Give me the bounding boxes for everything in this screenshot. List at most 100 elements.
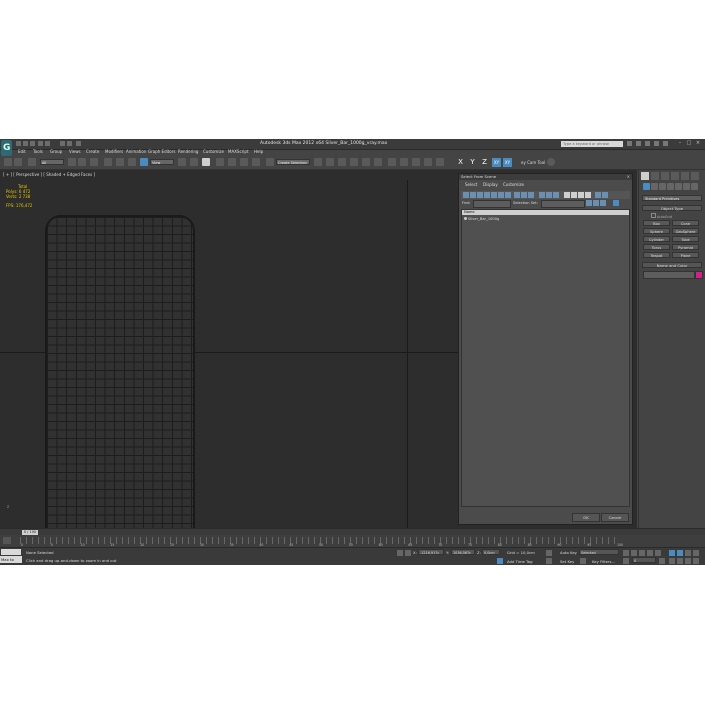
rendered-frame-icon[interactable]	[412, 158, 420, 166]
selection-set-dropdown[interactable]	[541, 200, 585, 208]
zoom-all-icon[interactable]	[677, 550, 683, 556]
display-helpers-icon[interactable]	[491, 192, 497, 198]
close-icon[interactable]: ×	[695, 140, 701, 147]
move-icon[interactable]	[190, 158, 198, 166]
geometry-category-icon[interactable]	[643, 183, 650, 190]
selection-set-save-icon[interactable]	[586, 200, 592, 206]
menu-help[interactable]: Help	[254, 149, 263, 154]
dialog-tab-customize[interactable]: Customize	[503, 182, 524, 187]
display-cameras-icon[interactable]	[484, 192, 490, 198]
time-tag-icon[interactable]	[497, 558, 503, 564]
menu-group[interactable]: Group	[50, 149, 62, 154]
object-type-rollout[interactable]: Object Type	[642, 205, 702, 211]
zoom-icon[interactable]	[669, 550, 675, 556]
render-setup-icon[interactable]	[400, 158, 408, 166]
plane-button[interactable]: Plane	[672, 252, 699, 258]
dialog-tab-display[interactable]: Display	[483, 182, 498, 187]
create-tab-icon[interactable]	[641, 172, 649, 180]
autogrid-box[interactable]	[651, 213, 656, 218]
select-move-icon[interactable]	[104, 158, 112, 166]
new-file-icon[interactable]	[16, 141, 21, 146]
display-all-icon[interactable]	[539, 192, 545, 198]
zoom-extents-icon[interactable]	[685, 550, 691, 556]
select-none-icon[interactable]	[571, 192, 577, 198]
menu-animation[interactable]: Animation	[126, 149, 146, 154]
silver-bar-mesh[interactable]	[45, 215, 195, 550]
display-shapes-icon[interactable]	[470, 192, 476, 198]
goto-end-icon[interactable]	[655, 550, 661, 556]
systems-category-icon[interactable]	[691, 183, 698, 190]
subscription-icon[interactable]	[636, 141, 641, 146]
time-config-icon[interactable]	[659, 558, 665, 564]
y-coord-field[interactable]: 1036,567c	[451, 549, 475, 555]
help-icon[interactable]	[654, 141, 659, 146]
spacewarps-category-icon[interactable]	[683, 183, 690, 190]
material-editor-icon[interactable]	[388, 158, 396, 166]
orbit-icon[interactable]	[685, 558, 691, 564]
select-invert-icon[interactable]	[578, 192, 584, 198]
dialog-title[interactable]: Select From Scene	[459, 174, 632, 180]
camera-tool-icon[interactable]	[547, 158, 555, 166]
utilities-tab-icon[interactable]	[691, 172, 699, 180]
pivot-center-icon[interactable]	[178, 158, 186, 166]
current-frame-field[interactable]: 0	[632, 557, 656, 563]
display-none-icon[interactable]	[546, 192, 552, 198]
cameras-category-icon[interactable]	[667, 183, 674, 190]
ref-coord-dropdown[interactable]: View	[150, 159, 174, 165]
maximize-viewport-icon[interactable]	[693, 558, 699, 564]
keyboard-shortcut-icon[interactable]	[202, 158, 210, 166]
menu-rendering[interactable]: Rendering	[178, 149, 198, 154]
graphite-tools-icon[interactable]	[350, 158, 358, 166]
maxscript-listener-field[interactable]	[1, 549, 21, 555]
save-file-icon[interactable]	[30, 141, 35, 146]
key-selection-dropdown[interactable]: Selected	[579, 549, 619, 555]
display-groups-icon[interactable]	[505, 192, 511, 198]
geosphere-button[interactable]: GeoSphere	[672, 228, 699, 234]
mini-curve-editor-icon[interactable]	[3, 537, 11, 544]
redo-tool-icon[interactable]	[14, 158, 22, 166]
render-production-icon[interactable]	[424, 158, 432, 166]
selection-filter-dropdown[interactable]: All	[40, 159, 64, 165]
app-logo-icon[interactable]	[1, 140, 12, 156]
dialog-close-icon[interactable]: ×	[627, 174, 630, 179]
select-by-name-icon[interactable]	[78, 158, 86, 166]
filter-icon[interactable]	[595, 192, 601, 198]
display-spacewarps-icon[interactable]	[498, 192, 504, 198]
list-item[interactable]: Silver_Bar_1000g	[464, 217, 499, 221]
display-xrefs-icon[interactable]	[514, 192, 520, 198]
z-coord-field[interactable]: 0,0cm	[482, 549, 500, 555]
torus-button[interactable]: Torus	[643, 244, 670, 250]
undo-icon[interactable]	[38, 141, 43, 146]
render-teapot-icon[interactable]	[436, 158, 444, 166]
menu-graph-editors[interactable]: Graph Editors	[148, 149, 175, 154]
key-icon[interactable]	[580, 558, 586, 564]
select-scale-icon[interactable]	[128, 158, 136, 166]
menu-edit[interactable]: Edit	[18, 149, 26, 154]
hierarchy-tab-icon[interactable]	[661, 172, 669, 180]
scene-object-list[interactable]: Name Silver_Bar_1000g	[461, 209, 630, 507]
goto-start-icon[interactable]	[623, 550, 629, 556]
axis-x-button[interactable]: X	[456, 158, 465, 167]
absolute-mode-icon[interactable]	[405, 550, 411, 556]
mirror-icon[interactable]	[314, 158, 322, 166]
object-name-input[interactable]	[643, 271, 695, 279]
select-all-icon[interactable]	[564, 192, 570, 198]
next-frame-icon[interactable]	[647, 550, 653, 556]
key-filters-button[interactable]: Key Filters...	[592, 559, 615, 564]
menu-views[interactable]: Views	[69, 149, 81, 154]
teapot-button[interactable]: Teapot	[643, 252, 670, 258]
find-case-sensitive-icon[interactable]	[602, 192, 608, 198]
track-bar[interactable]: 0 5 10 15 20 25 30 35 40 45 50 55 60 65 70 75 80 85 90 95 10…	[0, 535, 705, 547]
project-folder-icon[interactable]	[76, 141, 81, 146]
ok-button[interactable]: OK	[572, 513, 600, 522]
menu-tools[interactable]: Tools	[33, 149, 43, 154]
box-button[interactable]: Box	[643, 220, 670, 226]
minimize-icon[interactable]: –	[677, 140, 683, 147]
find-input[interactable]	[473, 200, 511, 208]
viewport-label[interactable]: [ + ] [ Perspective ] [ Shaded + Edged F…	[3, 172, 95, 177]
redo-icon[interactable]	[45, 141, 50, 146]
cancel-button[interactable]: Cancel	[601, 513, 629, 522]
spinner-snap-icon[interactable]	[252, 158, 260, 166]
display-geometry-icon[interactable]	[463, 192, 469, 198]
help-dropdown-icon[interactable]	[663, 141, 668, 146]
